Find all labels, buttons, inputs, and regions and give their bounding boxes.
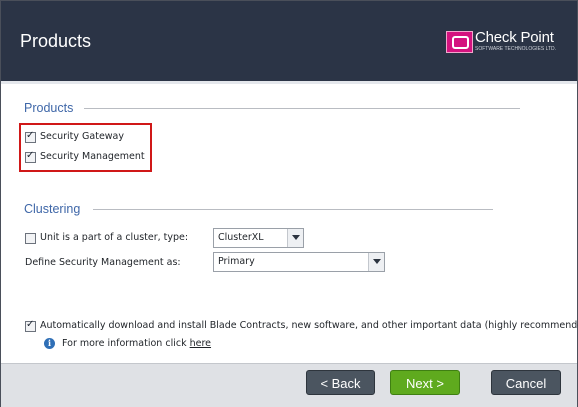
cluster-type-value: ClusterXL xyxy=(218,232,264,243)
page-title: Products xyxy=(20,31,92,51)
security-management-label: Security Management xyxy=(40,151,145,162)
management-role-value: Primary xyxy=(218,256,255,267)
logo-name: Check Point xyxy=(475,29,554,46)
chevron-down-icon[interactable] xyxy=(368,253,384,271)
more-info-link[interactable]: here xyxy=(190,338,211,349)
products-section-divider xyxy=(84,108,520,109)
auto-download-label: Automatically download and install Blade… xyxy=(40,320,578,331)
cluster-type-select[interactable]: ClusterXL xyxy=(213,228,304,248)
clustering-section-divider xyxy=(93,209,493,210)
management-role-label: Define Security Management as: xyxy=(25,257,181,268)
clustering-section-title: Clustering xyxy=(24,202,81,216)
more-info-label: For more information click xyxy=(62,338,187,349)
check-point-logo-icon xyxy=(446,31,473,53)
chevron-down-icon[interactable] xyxy=(287,229,303,247)
management-role-select[interactable]: Primary xyxy=(213,252,385,272)
check-point-logo: Check Point SOFTWARE TECHNOLOGIES LTD. xyxy=(446,29,564,57)
cluster-checkbox-label: Unit is a part of a cluster, type: xyxy=(40,232,189,243)
security-gateway-label: Security Gateway xyxy=(40,131,124,142)
back-button[interactable]: < Back xyxy=(306,370,375,395)
info-icon: i xyxy=(44,338,55,349)
security-gateway-checkbox[interactable] xyxy=(25,130,36,143)
wizard-header: Products Check Point SOFTWARE TECHNOLOGI… xyxy=(1,1,577,81)
cluster-checkbox[interactable] xyxy=(25,233,36,244)
header-divider xyxy=(1,81,577,84)
auto-download-checkbox[interactable] xyxy=(25,319,36,332)
logo-tagline: SOFTWARE TECHNOLOGIES LTD. xyxy=(475,46,557,52)
next-button[interactable]: Next > xyxy=(390,370,460,395)
security-management-checkbox[interactable] xyxy=(25,150,36,163)
wizard-window: Products Check Point SOFTWARE TECHNOLOGI… xyxy=(0,0,578,407)
more-info-text: For more information click here xyxy=(62,338,211,349)
cancel-button[interactable]: Cancel xyxy=(491,370,561,395)
products-section-title: Products xyxy=(24,101,74,115)
